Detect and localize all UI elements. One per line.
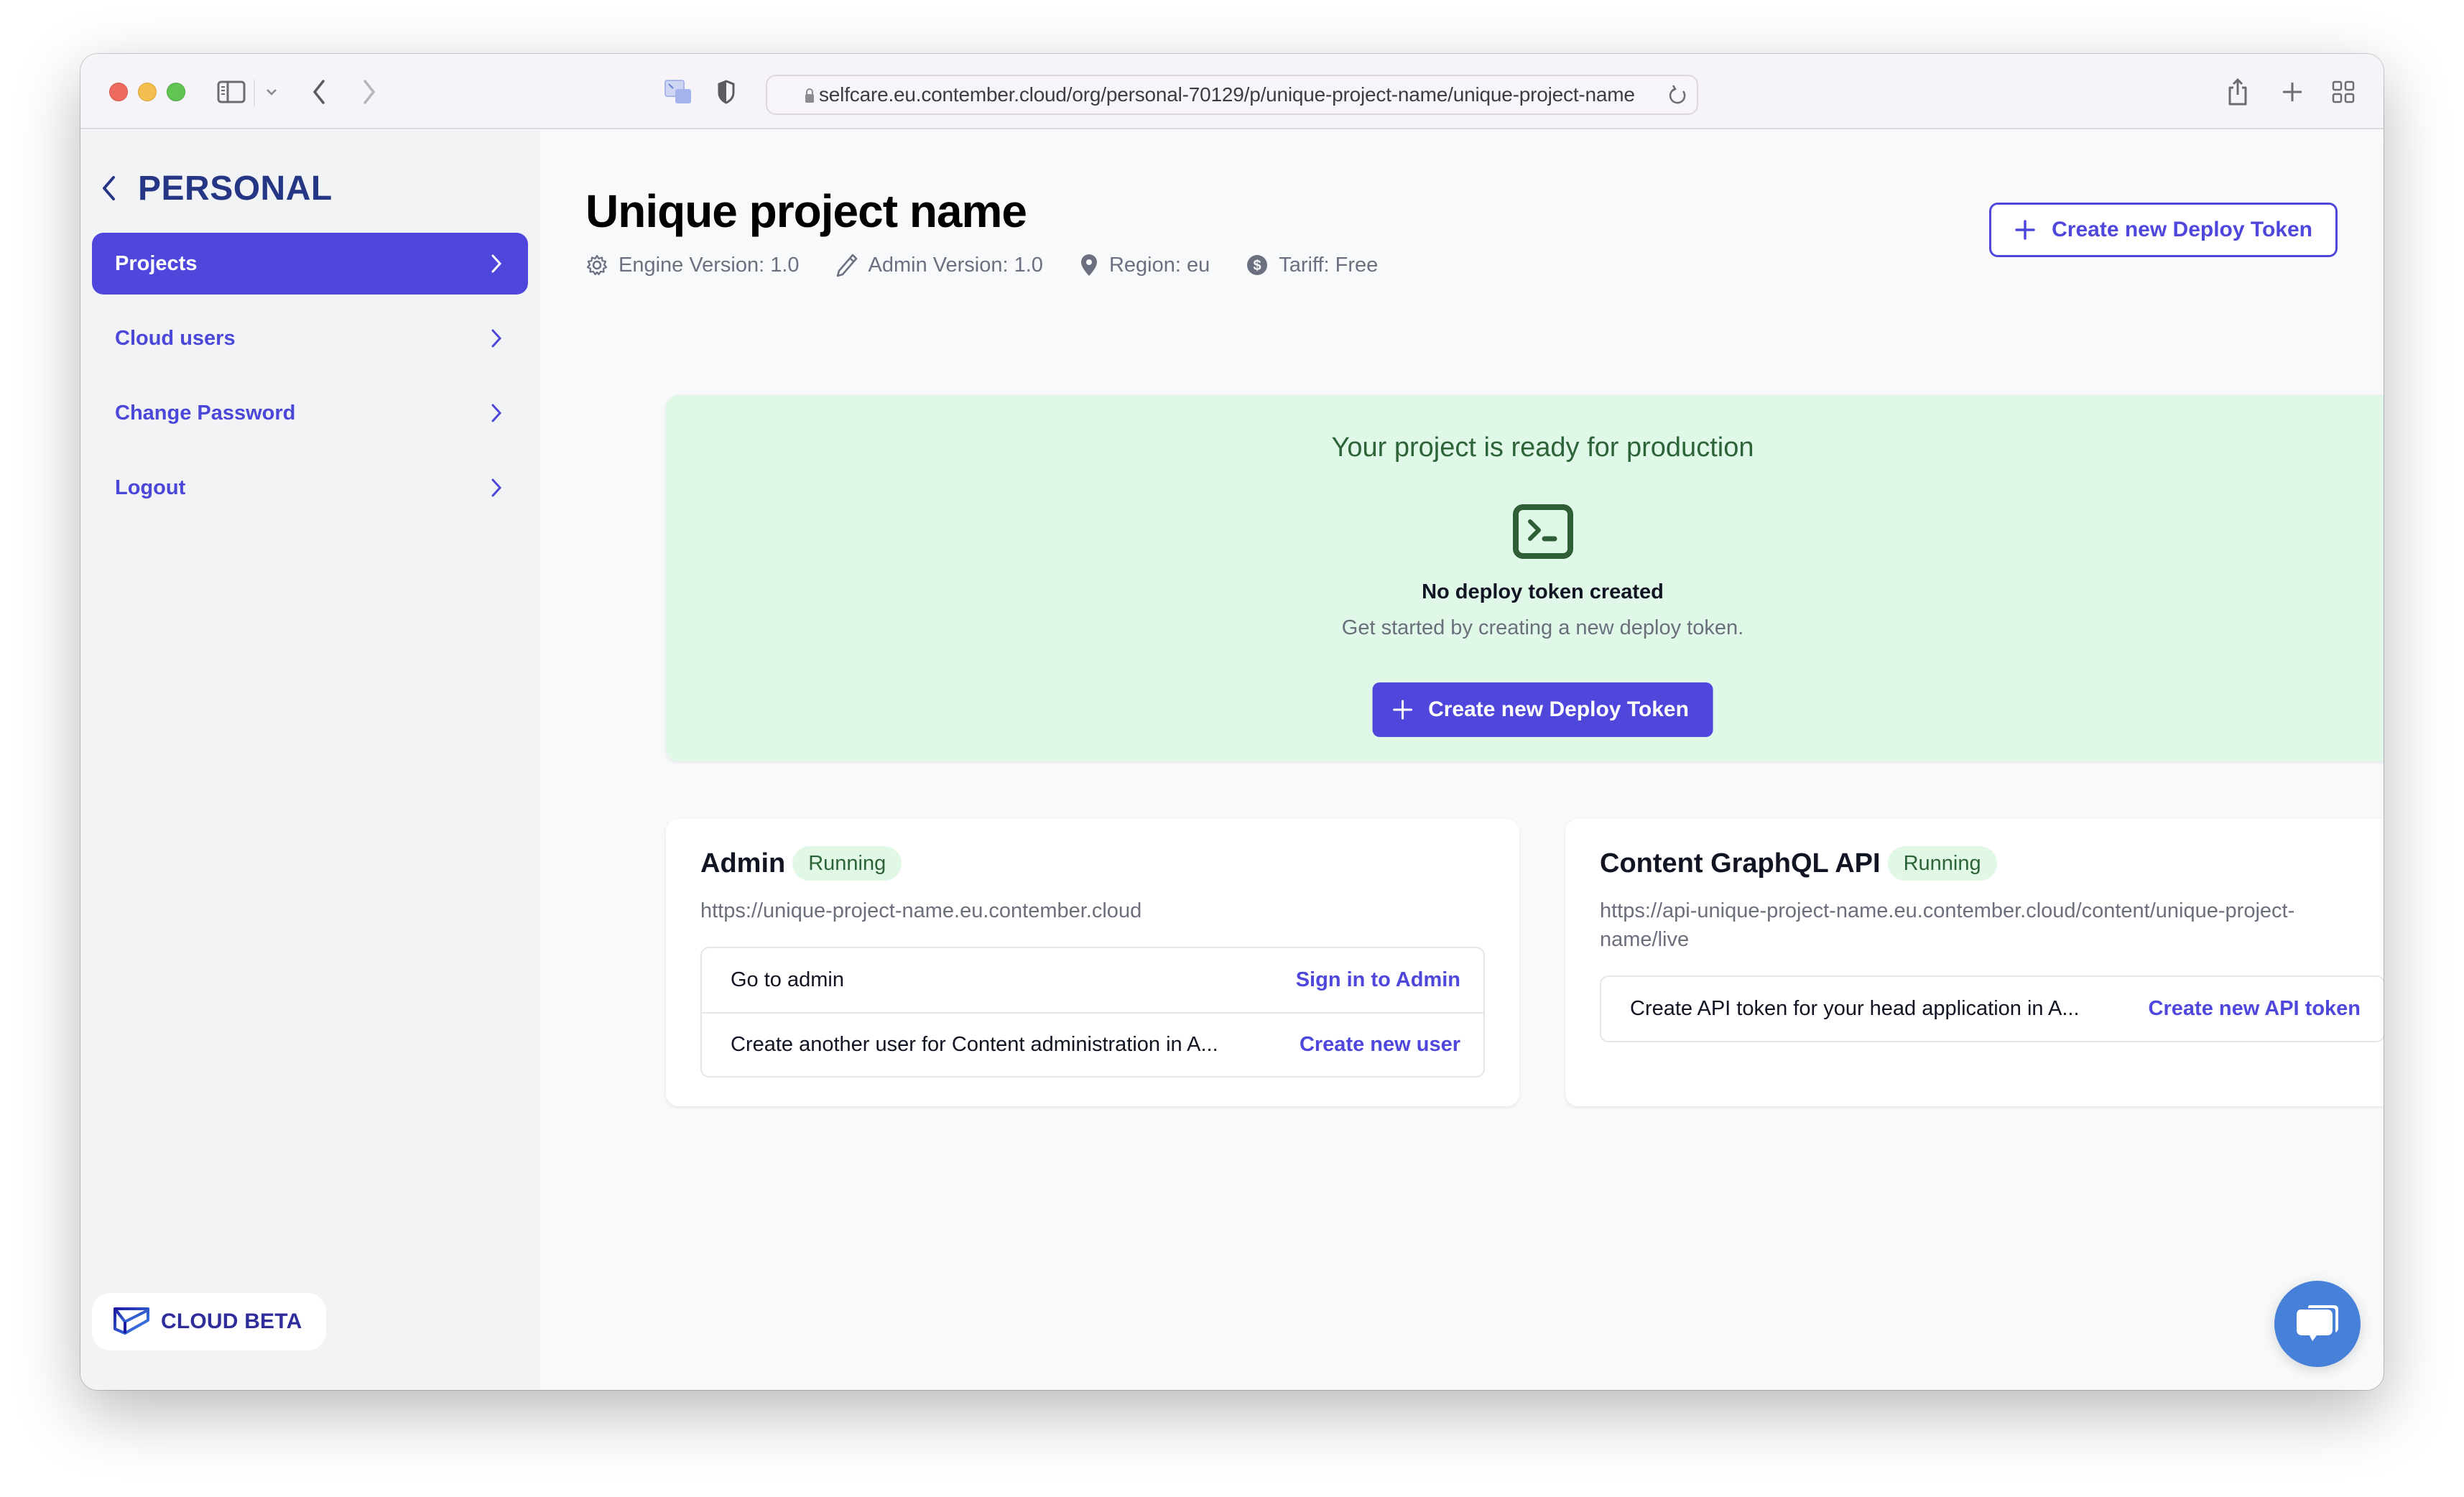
chat-support-button[interactable]	[2274, 1281, 2361, 1367]
action-description: Create API token for your head applicati…	[1630, 997, 2080, 1020]
api-card-title: Content GraphQL API	[1600, 848, 1881, 879]
api-card: Content GraphQL API Running https://api-…	[1565, 819, 2384, 1106]
forward-icon[interactable]	[362, 77, 376, 107]
chevron-right-icon	[491, 478, 502, 497]
new-tab-icon[interactable]	[2282, 77, 2303, 107]
empty-state-subtitle: Get started by creating a new deploy tok…	[1341, 616, 1744, 639]
cloud-beta-logo[interactable]: CLOUD BETA	[92, 1293, 326, 1350]
admin-version-text: Admin Version: 1.0	[868, 253, 1043, 277]
admin-card-title: Admin	[700, 848, 786, 879]
admin-card-header: Admin Running	[700, 846, 902, 881]
empty-state-title: No deploy token created	[1422, 580, 1664, 603]
ready-title: Your project is ready for production	[1331, 432, 1754, 463]
page-title: Unique project name	[585, 185, 1027, 237]
toolbar-divider	[254, 80, 255, 107]
org-header: PERSONAL	[101, 167, 333, 210]
region: Region: eu	[1079, 253, 1210, 277]
share-icon[interactable]	[2227, 77, 2248, 107]
close-window-button[interactable]	[109, 83, 128, 101]
sign-in-to-admin-link[interactable]: Sign in to Admin	[1296, 968, 1460, 992]
admin-url[interactable]: https://unique-project-name.eu.contember…	[700, 896, 1433, 925]
sidebar: PERSONAL Projects Cloud users Change Pas…	[80, 131, 540, 1390]
back-chevron-icon[interactable]	[101, 170, 129, 206]
tariff: $ Tariff: Free	[1246, 254, 1378, 277]
action-description: Create another user for Content administ…	[731, 1033, 1218, 1056]
create-deploy-token-button-header[interactable]: Create new Deploy Token	[1989, 203, 2338, 257]
gear-icon	[586, 254, 608, 276]
status-badge: Running	[1887, 846, 1997, 881]
terminal-icon	[1512, 504, 1573, 559]
chevron-right-icon	[491, 404, 502, 422]
back-icon[interactable]	[312, 77, 326, 107]
plus-icon	[1392, 700, 1412, 720]
reload-icon[interactable]	[1668, 85, 1688, 110]
plus-icon	[2015, 220, 2035, 240]
sidebar-item-label: Projects	[115, 251, 198, 275]
sidebar-item-label: Logout	[115, 476, 186, 499]
sidebar-item-logout[interactable]: Logout	[92, 457, 528, 519]
browser-window: selfcare.eu.contember.cloud/org/personal…	[80, 54, 2384, 1390]
create-deploy-token-button[interactable]: Create new Deploy Token	[1372, 682, 1713, 737]
sidebar-item-label: Change Password	[115, 401, 296, 425]
sidebar-item-projects[interactable]: Projects	[92, 233, 528, 295]
sidebar-item-change-password[interactable]: Change Password	[92, 382, 528, 444]
production-ready-panel: Your project is ready for production No …	[666, 395, 2384, 761]
cloud-beta-label: CLOUD BETA	[161, 1310, 302, 1333]
chevron-right-icon	[491, 254, 502, 273]
address-bar[interactable]: selfcare.eu.contember.cloud/org/personal…	[766, 75, 1698, 115]
chat-bubbles-icon	[2297, 1305, 2338, 1341]
create-deploy-token-label: Create new Deploy Token	[1428, 697, 1689, 721]
api-card-header: Content GraphQL API Running	[1600, 846, 1997, 881]
privacy-shield-icon[interactable]	[717, 77, 736, 107]
main-content: Unique project name Engine Version: 1.0 …	[540, 131, 2384, 1390]
tab-overview-icon[interactable]	[2332, 77, 2355, 107]
engine-version: Engine Version: 1.0	[585, 254, 800, 277]
url-text[interactable]: selfcare.eu.contember.cloud/org/personal…	[819, 76, 1635, 113]
svg-text:$: $	[1254, 258, 1261, 274]
action-row: Go to admin Sign in to Admin	[702, 948, 1483, 1012]
api-url[interactable]: https://api-unique-project-name.eu.conte…	[1600, 896, 2333, 954]
dollar-icon: $	[1247, 255, 1268, 275]
project-meta: Engine Version: 1.0 Admin Version: 1.0 R…	[585, 253, 1414, 277]
sidebar-item-cloud-users[interactable]: Cloud users	[92, 307, 528, 369]
browser-toolbar: selfcare.eu.contember.cloud/org/personal…	[80, 54, 2384, 129]
sidebar-item-label: Cloud users	[115, 326, 236, 350]
action-row: Create another user for Content administ…	[702, 1012, 1483, 1076]
location-pin-icon	[1080, 254, 1097, 276]
contember-logo-icon	[114, 1307, 149, 1335]
admin-version: Admin Version: 1.0	[835, 253, 1043, 277]
api-actions-list: Create API token for your head applicati…	[1600, 975, 2384, 1042]
chevron-down-icon[interactable]	[266, 77, 277, 107]
chevron-right-icon	[491, 329, 502, 348]
create-new-user-link[interactable]: Create new user	[1300, 1033, 1460, 1057]
zoom-window-button[interactable]	[167, 83, 185, 101]
minimize-window-button[interactable]	[138, 83, 157, 101]
admin-actions-list: Go to admin Sign in to Admin Create anot…	[700, 947, 1485, 1077]
tariff-text: Tariff: Free	[1279, 253, 1379, 277]
action-row: Create API token for your head applicati…	[1601, 977, 2384, 1041]
lock-icon	[805, 88, 815, 107]
pencil-icon	[836, 254, 857, 277]
engine-version-text: Engine Version: 1.0	[619, 253, 800, 277]
create-deploy-token-label: Create new Deploy Token	[2052, 218, 2312, 241]
sidebar-toggle-icon[interactable]	[217, 77, 246, 107]
org-title: PERSONAL	[138, 169, 333, 208]
status-badge: Running	[792, 846, 902, 881]
picture-in-picture-icon[interactable]	[664, 77, 694, 107]
region-text: Region: eu	[1108, 253, 1210, 277]
admin-card: Admin Running https://unique-project-nam…	[666, 819, 1519, 1106]
action-description: Go to admin	[731, 968, 844, 991]
create-new-api-token-link[interactable]: Create new API token	[2149, 997, 2361, 1021]
sidebar-nav: Projects Cloud users Change Password Log…	[92, 233, 528, 532]
